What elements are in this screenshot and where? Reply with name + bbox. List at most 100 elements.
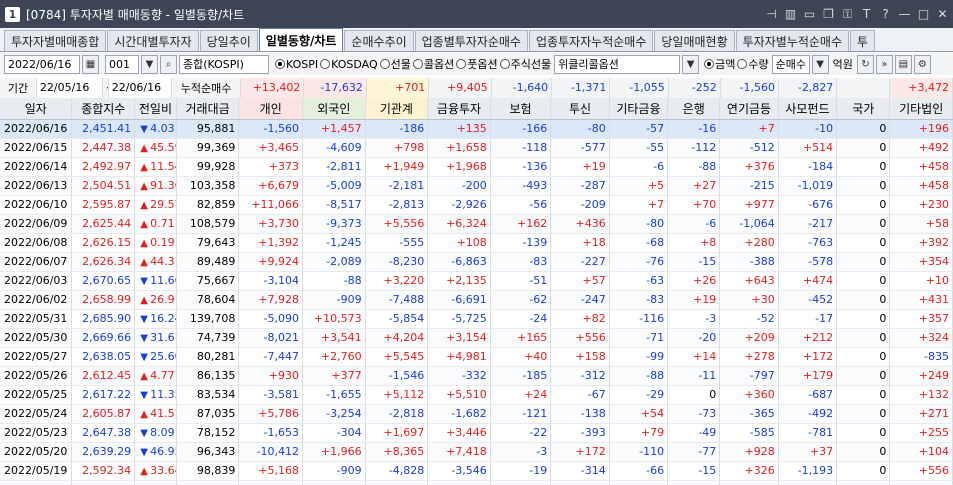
help-icon[interactable]: ? — [877, 5, 894, 23]
column-header[interactable]: 투신 — [550, 98, 610, 120]
table-row[interactable]: 2022/06/08 2,626.15 ▲ 0.19 79,643 +1,392 -1,24… — [0, 233, 953, 253]
column-header[interactable]: 거래대금 — [176, 98, 240, 120]
column-header[interactable]: 종합지수 — [71, 98, 136, 120]
column-header[interactable]: 국가 — [836, 98, 891, 120]
column-header[interactable]: 연기금등 — [719, 98, 779, 120]
minimize-icon[interactable]: — — [896, 5, 913, 23]
column-header[interactable]: 은행 — [667, 98, 721, 120]
arrow-up-icon: ▲ — [140, 257, 148, 268]
radio-radios2-1[interactable]: 수량 — [737, 56, 769, 72]
table-row[interactable]: 2022/05/202,639.29▼46.9596,343-10,412+1,… — [0, 442, 953, 462]
date-cell: 2022/06/07 — [0, 252, 73, 272]
net-buy-select[interactable]: 순매수 — [771, 54, 810, 74]
radio-radios-5[interactable]: 주식선물 — [499, 56, 551, 72]
chevron-down-icon[interactable]: ▼ — [811, 54, 829, 74]
radio-radios-0[interactable]: KOSPI — [275, 58, 318, 71]
table-row[interactable]: 2022/06/022,658.99▲26.9178,604+7,928-909… — [0, 290, 953, 310]
table-row[interactable]: 2022/05/192,592.34▲33.6498,839+5,168-909… — [0, 461, 953, 481]
net-buy-cell: -577 — [550, 138, 610, 158]
data-grid[interactable]: 일자 종합지수 전일비 거래대금 개인 외국인 기관계 금융투자 보험 투신 기타금융 은행 연기금등 사… — [0, 98, 953, 485]
date-cell: 2022/06/08 — [0, 233, 73, 253]
maximize-icon[interactable]: □ — [915, 5, 932, 23]
net-buy-cell: -585 — [719, 423, 779, 443]
table-row[interactable]: 2022/05/182,625.98▼5.54100,471+260+2,973… — [0, 480, 953, 485]
code-input[interactable]: 001 — [105, 54, 139, 74]
table-row[interactable]: 2022/06/132,504.51▲91.36103,358+6,679-5,… — [0, 176, 953, 196]
table-row[interactable]: 2022/05/302,669.66▼31.6174,739-8,021+3,5… — [0, 328, 953, 348]
radio-radios-2[interactable]: 선물 — [379, 56, 411, 72]
net-buy-cell: -71 — [609, 328, 669, 348]
table-row[interactable]: 2022/05/26 2,612.45 ▲ 4.77 86,135 +930 +377 -1,… — [0, 366, 953, 386]
table-row[interactable]: 2022/05/242,605.87▲41.5187,035+5,786-3,2… — [0, 404, 953, 424]
table-row[interactable]: 2022/06/072,626.34▲44.3189,489+9,924-2,0… — [0, 252, 953, 272]
search-icon[interactable]: ⌕ — [160, 54, 177, 74]
date-cell: 2022/05/27 — [0, 347, 73, 367]
tab-6[interactable]: 업종투자자누적순매수 — [528, 30, 654, 51]
net-buy-cell: 0 — [836, 461, 891, 481]
pin-icon[interactable]: ⊣ — [763, 5, 780, 23]
calendar-icon[interactable]: ▦ — [82, 54, 99, 74]
text-icon[interactable]: T — [858, 5, 875, 23]
weekly-option-select[interactable]: 위클리콜옵션 — [554, 54, 681, 74]
lock-icon[interactable]: ⚿ — [839, 5, 856, 23]
table-row[interactable]: 2022/06/152,447.38▲45.5999,369+3,465-4,6… — [0, 138, 953, 158]
date-input[interactable]: 2022/06/16 — [4, 54, 80, 74]
tab-3[interactable]: 일별동향/차트 — [258, 28, 344, 51]
net-buy-cell: +5,786 — [238, 404, 304, 424]
tab-2[interactable]: 당일추이 — [199, 30, 258, 51]
tab-0[interactable]: 투자자별매매종합 — [4, 30, 107, 51]
table-row[interactable]: 2022/06/16 2,451.41 ▼ 4.03 95,881 -1,560 +1,45… — [0, 119, 953, 139]
tab-5[interactable]: 업종별투자자순매수 — [414, 30, 528, 51]
column-header[interactable]: 기타금융 — [609, 98, 669, 120]
table-row[interactable]: 2022/06/142,492.97▲11.5499,928+373-2,811… — [0, 157, 953, 177]
column-header[interactable]: 금융투자 — [427, 98, 491, 120]
copy-icon[interactable]: ❐ — [820, 5, 837, 23]
next-icon[interactable]: » — [875, 54, 893, 74]
tab-9[interactable]: 투 — [850, 30, 876, 51]
arrow-down-icon: ▼ — [140, 276, 148, 287]
dropdown-icon[interactable]: ▼ — [141, 54, 158, 74]
chevron-down-icon[interactable]: ▼ — [682, 54, 700, 74]
net-buy-cell: +79 — [609, 423, 669, 443]
table-row[interactable]: 2022/06/09 2,625.44 ▲ 0.71 108,579 +3,730 -9,3… — [0, 214, 953, 234]
close-icon[interactable]: ✕ — [934, 5, 951, 23]
table-row[interactable]: 2022/05/312,685.90▼16.24139,708-5,090+10… — [0, 309, 953, 329]
table-row[interactable]: 2022/06/102,595.87▲29.5782,859+11,066-8,… — [0, 195, 953, 215]
change-value: 46.95 — [150, 445, 175, 458]
column-header[interactable]: 일자 — [0, 98, 73, 120]
net-buy-cell: 0 — [836, 480, 891, 485]
net-buy-cell: +42 — [667, 480, 721, 485]
radio-radios-1[interactable]: KOSDAQ — [320, 58, 378, 71]
net-buy-cell: -5,854 — [365, 309, 429, 329]
tab-7[interactable]: 당일매매현황 — [654, 30, 735, 51]
tab-8[interactable]: 투자자별누적순매수 — [735, 30, 850, 51]
column-header[interactable]: 외국인 — [302, 98, 366, 120]
column-header[interactable]: 기타법인 — [889, 98, 953, 120]
refresh-icon[interactable]: ↻ — [856, 54, 874, 74]
tab-1[interactable]: 시간대별투자자 — [107, 30, 199, 51]
radio-radios-3[interactable]: 콜옵션 — [412, 56, 454, 72]
grid-icon[interactable]: ▥ — [782, 5, 799, 23]
settings-icon[interactable]: ⚙ — [913, 54, 931, 74]
column-header[interactable]: 전일비 — [134, 98, 177, 120]
table-row[interactable]: 2022/05/23 2,647.38 ▼ 8.09 78,152 -1,653 -304 +… — [0, 423, 953, 443]
column-header[interactable]: 개인 — [238, 98, 304, 120]
net-buy-cell: +19 — [667, 290, 721, 310]
window-icon[interactable]: ▭ — [801, 5, 818, 23]
radio-radios-4[interactable]: 풋옵션 — [456, 56, 498, 72]
chart-icon[interactable]: ▤ — [894, 54, 912, 74]
period-row: 기간22/05/16~22/06/16누적순매수+13,402-17,632+7… — [0, 78, 953, 99]
table-row[interactable]: 2022/06/032,670.65▼11.6675,667-3,104-88+… — [0, 271, 953, 291]
column-header[interactable]: 사모펀드 — [778, 98, 838, 120]
net-buy-cell: -49 — [667, 423, 721, 443]
change-value: 0.71 — [150, 217, 175, 230]
table-row[interactable]: 2022/05/272,638.05▼25.6080,281-7,447+2,7… — [0, 347, 953, 367]
column-header[interactable]: 보험 — [490, 98, 552, 120]
tab-4[interactable]: 순매수추이 — [344, 30, 414, 51]
period-to-input[interactable]: 22/06/16 — [108, 78, 173, 99]
table-row[interactable]: 2022/05/252,617.22▼11.3583,534-3,581-1,6… — [0, 385, 953, 405]
period-from-input[interactable]: 22/05/16 — [36, 78, 103, 99]
column-header[interactable]: 기관계 — [365, 98, 429, 120]
window-number-badge: 1 — [5, 6, 20, 22]
radio-radios2-0[interactable]: 금액 — [704, 56, 735, 72]
